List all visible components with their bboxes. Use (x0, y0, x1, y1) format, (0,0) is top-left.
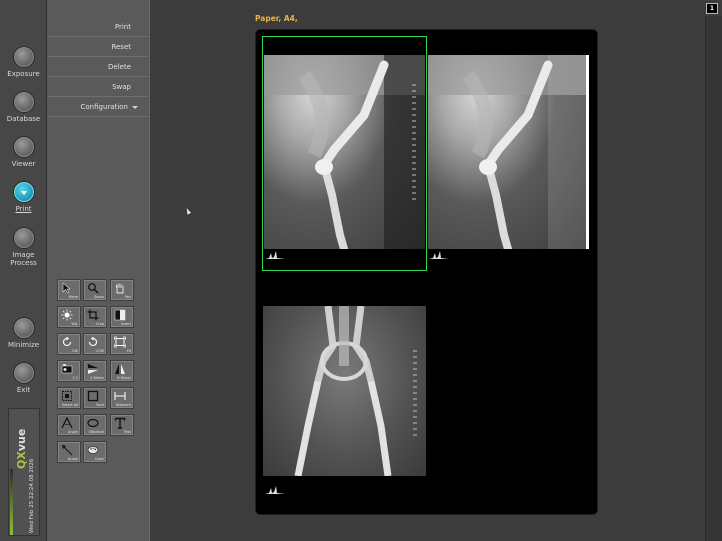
xray-pelvis-graphic (294, 306, 417, 476)
nav-print[interactable]: Print (0, 181, 47, 213)
invert-tool-button[interactable]: Invert (110, 306, 134, 328)
qxvue-logo: QXvue (15, 428, 28, 469)
window-level-tool-button[interactable]: W/L (57, 306, 81, 328)
viewer-button-icon[interactable] (12, 136, 35, 158)
brightness-icon (61, 309, 73, 321)
exposure-button-icon[interactable] (12, 46, 35, 68)
invert-icon (114, 309, 126, 321)
text-icon (114, 417, 126, 429)
vertical-mirror-tool-button[interactable]: V Mirror (83, 360, 107, 382)
rotate-cw-tool-button[interactable]: CW (57, 333, 81, 355)
distance-tool-button[interactable]: Distance (110, 387, 134, 409)
page-number-badge[interactable]: 1 (706, 3, 718, 14)
delete-menu-button[interactable]: Delete (47, 57, 148, 77)
select-all-tool-button[interactable]: Select all (57, 387, 81, 409)
reset-menu-button[interactable]: Reset (47, 37, 148, 57)
main-navigation: Exposure Database Viewer Print Image Pro… (0, 0, 47, 541)
pointer-icon (62, 282, 71, 294)
nav-minimize-label: Minimize (7, 341, 40, 349)
nav-image-process-label: Image Process (10, 251, 37, 267)
print-menu-button[interactable]: Print (47, 17, 148, 37)
move-tool-button[interactable]: Move (57, 279, 81, 301)
angle-icon (61, 417, 73, 429)
rotate-ccw-tool-button[interactable]: CCW (83, 333, 107, 355)
actual-size-icon (61, 364, 73, 374)
ellipse-icon (87, 418, 99, 428)
swap-menu-button[interactable]: Swap (47, 77, 148, 97)
zoom-tool-button[interactable]: Zoom (83, 279, 107, 301)
nav-minimize[interactable]: Minimize (0, 317, 47, 349)
fit-icon (114, 336, 126, 348)
xray-bone-graphic (428, 55, 589, 249)
chevron-down-icon (132, 105, 138, 109)
pan-tool-button[interactable]: Pan (110, 279, 134, 301)
crop-tool-button[interactable]: Crop (83, 306, 107, 328)
xray-image-2 (428, 55, 589, 249)
minimize-button-icon[interactable] (12, 317, 35, 339)
histogram-icon (265, 486, 285, 494)
image-tile-3[interactable] (263, 272, 426, 508)
datetime-display: Wed Feb 25 22:24.08 2026 (29, 458, 35, 533)
magnifier-icon (88, 283, 99, 294)
xray-image-1 (264, 55, 425, 249)
actual-size-tool-button[interactable]: 1:1 (57, 360, 81, 382)
nav-viewer-label: Viewer (11, 160, 36, 168)
print-button-icon[interactable] (12, 181, 35, 203)
rotate-ccw-icon (88, 336, 98, 347)
ellipse-tool-button[interactable]: Elliptical (83, 414, 107, 436)
xray-image-3 (263, 306, 426, 476)
vertical-mirror-icon (88, 364, 98, 374)
brand-panel: QXvue Wed Feb 25 22:24.08 2026 (8, 408, 40, 536)
print-workspace: Paper, A4, (150, 0, 722, 541)
status-bar (10, 469, 13, 535)
nav-exposure-label: Exposure (7, 70, 40, 78)
arrow-tool-button[interactable]: Arrow (57, 441, 81, 463)
print-page[interactable] (255, 29, 598, 515)
mouse-cursor-icon (184, 207, 192, 215)
angle-tool-button[interactable]: Angle (57, 414, 81, 436)
database-button-icon[interactable] (12, 91, 35, 113)
xray-bone-graphic (264, 55, 425, 249)
horizontal-mirror-icon (115, 364, 125, 374)
paper-size-label: Paper, A4, (255, 14, 298, 23)
histogram-icon (265, 251, 285, 259)
arrow-icon (62, 445, 73, 456)
configuration-dropdown[interactable]: Configuration (47, 97, 148, 117)
nav-exit[interactable]: Exit (0, 362, 47, 394)
crop-icon (87, 309, 99, 321)
histogram-icon (429, 251, 449, 259)
hand-icon (115, 283, 124, 294)
select-all-icon (62, 391, 72, 401)
nav-image-process[interactable]: Image Process (0, 227, 47, 267)
image-tile-1[interactable] (262, 36, 427, 271)
nav-exit-label: Exit (16, 386, 31, 394)
nav-viewer[interactable]: Viewer (0, 136, 47, 168)
color-tool-button[interactable]: Color (83, 441, 107, 463)
horizontal-mirror-tool-button[interactable]: H Mirror (110, 360, 134, 382)
image-tile-2[interactable] (427, 37, 590, 270)
text-tool-button[interactable]: Text (110, 414, 134, 436)
nav-database-label: Database (6, 115, 41, 123)
nav-print-label: Print (15, 205, 32, 213)
distance-icon (114, 392, 126, 400)
rotate-cw-icon (62, 336, 72, 347)
vertical-scrollbar[interactable] (705, 16, 722, 541)
palette-icon (87, 446, 99, 454)
nav-database[interactable]: Database (0, 91, 47, 123)
exit-button-icon[interactable] (12, 362, 35, 384)
nav-exposure[interactable]: Exposure (0, 46, 47, 78)
app-window: Exposure Database Viewer Print Image Pro… (0, 0, 722, 541)
fit-tool-button[interactable]: Fit (110, 333, 134, 355)
rectangle-icon (87, 390, 99, 402)
image-process-button-icon[interactable] (12, 227, 35, 249)
rectangle-tool-button[interactable]: Rect (83, 387, 107, 409)
print-panel: Print Reset Delete Swap Configuration Mo… (47, 0, 150, 541)
